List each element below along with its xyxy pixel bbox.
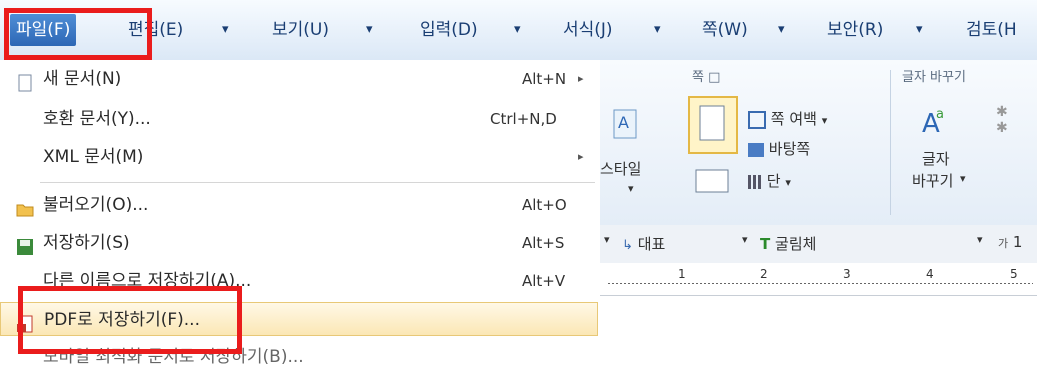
- margin-icon: [748, 110, 766, 129]
- background-icon: [748, 142, 764, 157]
- char-label-line2[interactable]: 바꾸기: [912, 170, 953, 191]
- security-dropdown-icon[interactable]: ▾: [916, 14, 923, 46]
- annotation-box-file: [4, 8, 152, 60]
- char-replace-icon[interactable]: Aa: [918, 104, 954, 140]
- save-shortcut: Alt+S: [522, 234, 565, 252]
- page-dropdown-icon[interactable]: ▾: [778, 14, 785, 46]
- svg-text:a: a: [936, 107, 944, 122]
- save-icon: [16, 234, 34, 255]
- menu-bar: 파일(F) 편집(E) ▾ 보기(U) ▾ 입력(D) ▾ 서식(J) ▾ 쪽(…: [0, 0, 1037, 61]
- font-select-arrow-icon[interactable]: ▾: [742, 233, 748, 246]
- style-dropdown-icon[interactable]: ▾: [628, 182, 634, 195]
- menu-view[interactable]: 보기(U): [272, 14, 329, 46]
- menu-item-compat[interactable]: 호환 문서(Y)... Ctrl+N,D: [0, 102, 598, 136]
- style-select[interactable]: ↳ 대표: [622, 233, 665, 254]
- style-icon[interactable]: A: [612, 108, 642, 144]
- new-doc-label: 새 문서(N): [43, 69, 122, 89]
- size-select-value: 1: [1012, 233, 1023, 251]
- ruler-tick: 2: [760, 267, 768, 281]
- ruler-dots: [608, 283, 1033, 284]
- menu-security[interactable]: 보안(R): [827, 14, 883, 46]
- page-orient-icon[interactable]: [692, 164, 732, 198]
- size-select-icon: 가: [998, 237, 1009, 250]
- column-dropdown-icon: ▾: [785, 176, 791, 189]
- new-doc-icon: [16, 70, 34, 92]
- char-label-line1[interactable]: 글자: [922, 148, 950, 169]
- char-group-label: 글자 바꾸기: [902, 70, 966, 85]
- font-select[interactable]: T 굴림체: [760, 233, 816, 254]
- size-select-arrow-icon[interactable]: ▾: [977, 233, 983, 246]
- submenu-arrow-icon: ▸: [578, 150, 584, 163]
- compat-doc-label: 호환 문서(Y)...: [43, 109, 151, 129]
- style-select-icon: ↳: [622, 238, 633, 253]
- ruler-tick: 1: [678, 267, 686, 281]
- page-group-label: 쪽 □: [692, 70, 721, 85]
- ruler-tick: 4: [926, 267, 934, 281]
- margin-dropdown-icon: ▾: [821, 114, 828, 127]
- ruler[interactable]: 1 2 3 4 5: [600, 263, 1037, 296]
- document-area[interactable]: [600, 296, 1037, 370]
- submenu-arrow-icon: ▸: [578, 72, 584, 85]
- column-label: 단: [766, 172, 781, 190]
- save-label: 저장하기(S): [43, 233, 130, 253]
- view-dropdown-icon[interactable]: ▾: [366, 14, 373, 46]
- open-label: 불러오기(O)...: [43, 195, 149, 215]
- char-dropdown-icon[interactable]: ▾: [960, 172, 966, 185]
- compat-doc-shortcut: Ctrl+N,D: [490, 110, 557, 128]
- input-dropdown-icon[interactable]: ▾: [514, 14, 521, 46]
- menu-item-new[interactable]: 새 문서(N) Alt+N ▸: [0, 62, 598, 96]
- edit-dropdown-icon[interactable]: ▾: [222, 14, 229, 46]
- save-as-shortcut: Alt+V: [522, 272, 566, 290]
- margin-label: 쪽 여백: [770, 110, 817, 128]
- char-extra-icon[interactable]: ✱ ✱: [996, 104, 1026, 164]
- ribbon: A 스타일 ▾ 쪽 □ 쪽 여백 ▾ 바탕쪽 단 ▾ 글자 바꾸기 Aa 글자 …: [600, 60, 1037, 226]
- xml-doc-label: XML 문서(M): [43, 147, 144, 167]
- background-button[interactable]: 바탕쪽: [748, 138, 810, 159]
- format-bar: ▾ ↳ 대표 ▾ T 굴림체 ▾ 가 1: [600, 225, 1037, 264]
- folder-icon: [16, 196, 34, 217]
- page-settings-icon[interactable]: [688, 96, 738, 154]
- menu-review[interactable]: 검토(H: [966, 14, 1017, 46]
- menu-page[interactable]: 쪽(W): [702, 14, 748, 46]
- annotation-box-pdf: [18, 286, 242, 354]
- open-shortcut: Alt+O: [522, 196, 567, 214]
- size-select[interactable]: 가 1: [998, 233, 1022, 251]
- menu-item-save[interactable]: 저장하기(S) Alt+S: [0, 226, 598, 260]
- menu-item-xml[interactable]: XML 문서(M) ▸: [0, 140, 598, 174]
- menu-input[interactable]: 입력(D): [420, 14, 478, 46]
- font-select-value: 굴림체: [775, 235, 817, 253]
- style-select-arrow-icon[interactable]: ▾: [604, 233, 610, 246]
- column-button[interactable]: 단 ▾: [748, 170, 791, 191]
- svg-text:A: A: [618, 113, 629, 132]
- ruler-tick: 5: [1010, 267, 1018, 281]
- style-select-value: 대표: [637, 235, 666, 253]
- margin-button[interactable]: 쪽 여백 ▾: [748, 108, 827, 129]
- column-icon: [748, 174, 762, 189]
- font-select-icon: T: [760, 235, 771, 253]
- ruler-tick: 3: [843, 267, 851, 281]
- menu-separator: [40, 182, 595, 183]
- new-doc-shortcut: Alt+N: [522, 70, 567, 88]
- menu-format[interactable]: 서식(J): [563, 14, 613, 46]
- ribbon-divider: [890, 70, 891, 215]
- background-label: 바탕쪽: [768, 140, 811, 158]
- style-label[interactable]: 스타일: [600, 158, 641, 179]
- menu-item-open[interactable]: 불러오기(O)... Alt+O: [0, 188, 598, 222]
- format-dropdown-icon[interactable]: ▾: [654, 14, 661, 46]
